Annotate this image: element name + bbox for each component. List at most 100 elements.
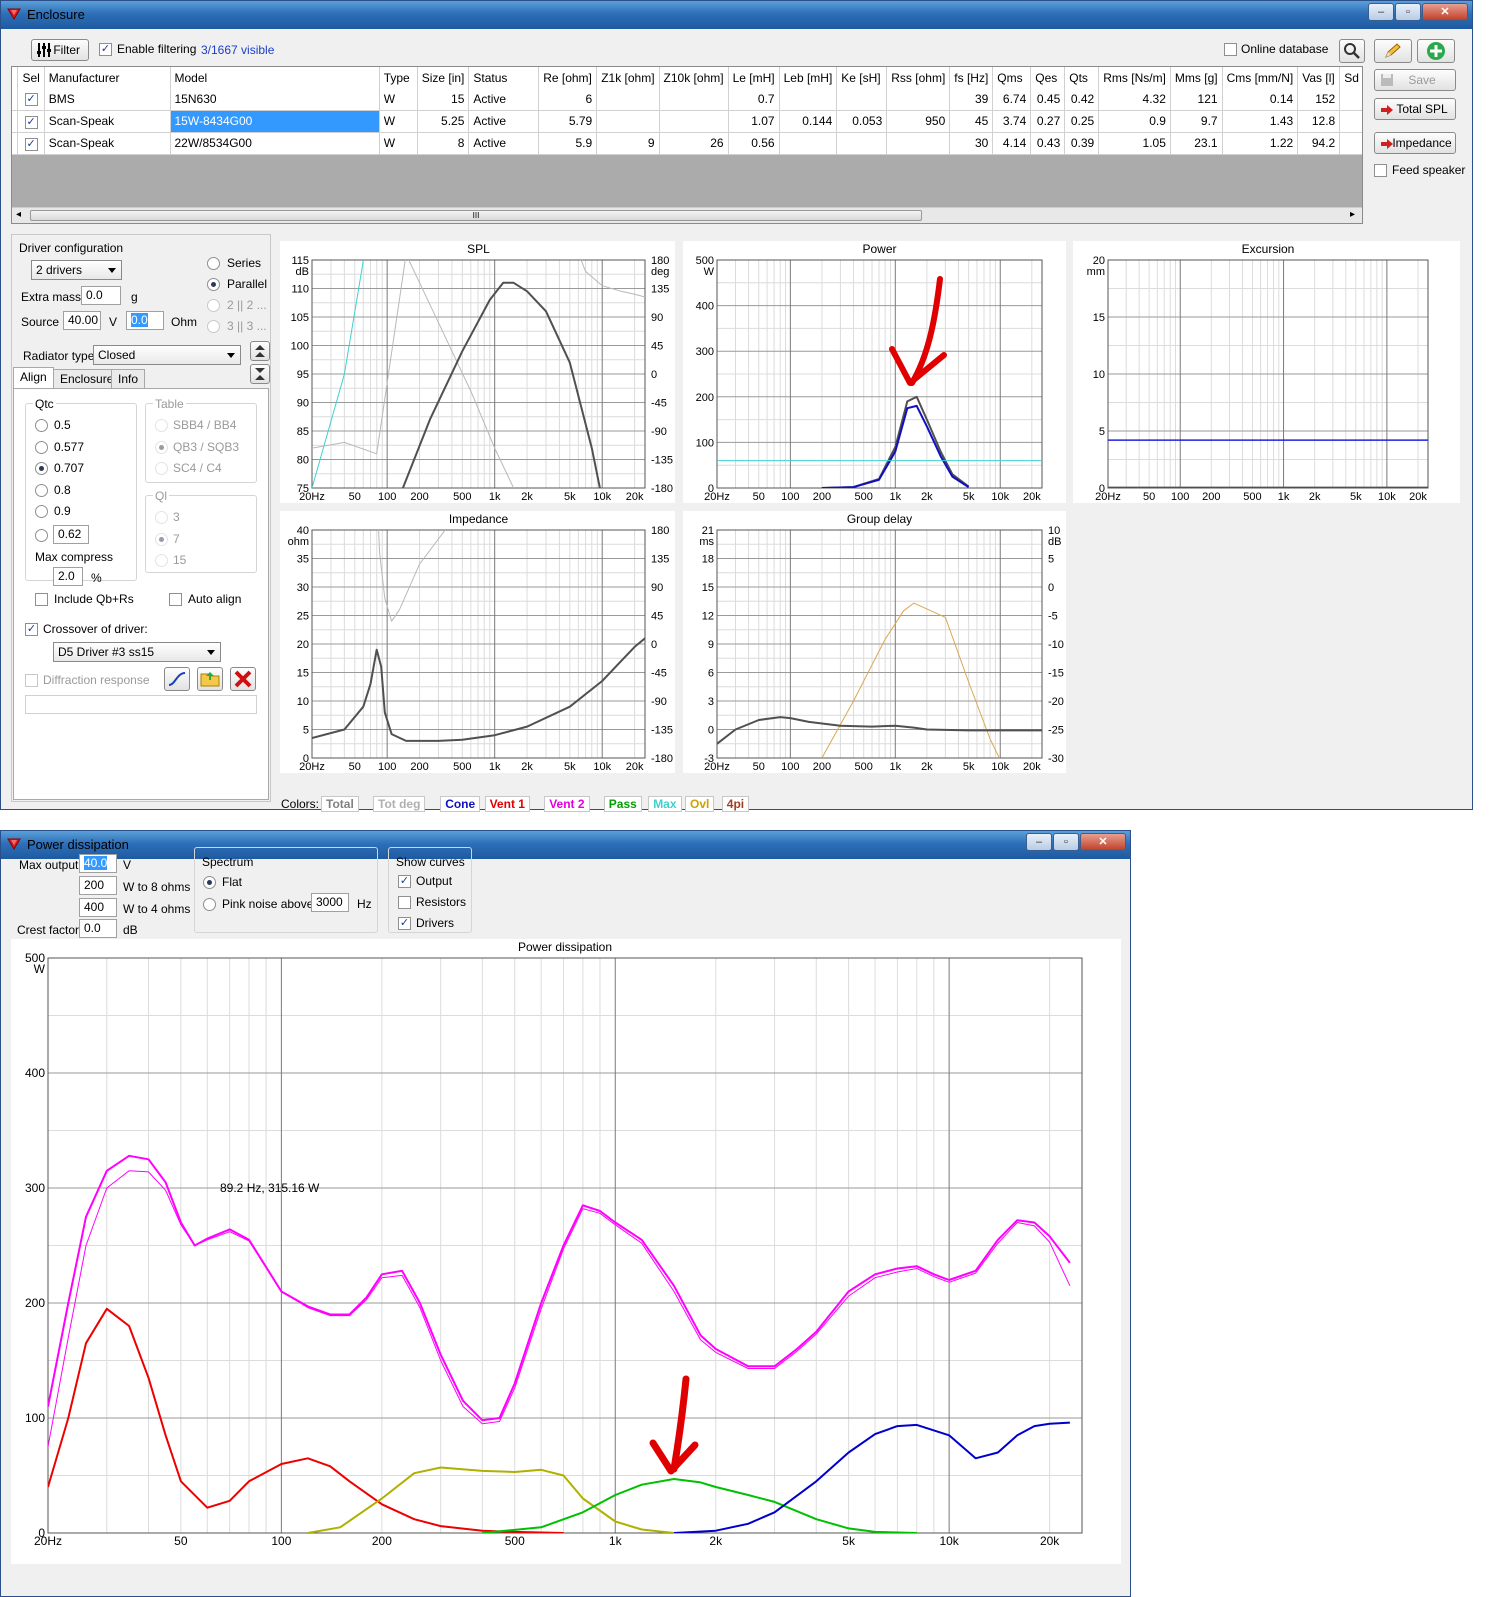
source-impedance-input[interactable]: 0.0 <box>126 311 164 330</box>
table-cell[interactable]: 22W/8534G00 <box>170 132 380 155</box>
row-select-checkbox[interactable]: ✓ <box>24 137 38 151</box>
table-cell[interactable]: 23.1 <box>1170 132 1223 155</box>
ql-radio[interactable] <box>155 511 168 524</box>
table-cell[interactable]: 1.07 <box>728 110 780 133</box>
series-radio[interactable] <box>207 257 220 270</box>
table-cell[interactable]: 6.74 <box>992 88 1032 111</box>
table-cell[interactable]: 0.9 <box>1098 110 1171 133</box>
column-header[interactable]: Type <box>379 67 418 88</box>
color-legend-item[interactable]: Max <box>648 796 682 812</box>
table-cell[interactable] <box>659 110 729 133</box>
table-cell[interactable]: W <box>379 88 418 111</box>
table-cell[interactable]: 0.25 <box>1064 110 1100 133</box>
table-cell[interactable]: Active <box>468 110 540 133</box>
diffraction-file-field[interactable] <box>25 695 257 714</box>
table-cell[interactable]: W <box>379 132 418 155</box>
qtc-custom-radio[interactable] <box>35 529 48 542</box>
drivers-select[interactable]: 2 drivers <box>31 260 122 280</box>
table-cell[interactable]: 0.144 <box>779 110 838 133</box>
table-cell[interactable]: 39 <box>949 88 994 111</box>
scroll-left-arrow-icon[interactable]: ◂ <box>16 209 21 220</box>
table-cell[interactable]: Scan-Speak <box>44 132 171 155</box>
column-header[interactable]: Model <box>170 67 380 88</box>
table-cell[interactable] <box>596 88 660 111</box>
column-header[interactable]: Ke [sH] <box>836 67 888 88</box>
table-cell[interactable]: 15 <box>417 88 470 111</box>
color-legend-item[interactable]: Total <box>321 796 359 812</box>
table-cell[interactable]: 0.42 <box>1064 88 1100 111</box>
column-header[interactable]: Cms [mm/N] <box>1222 67 1299 88</box>
table-cell[interactable]: 0.053 <box>836 110 888 133</box>
table-cell[interactable]: 1.22 <box>1222 132 1299 155</box>
pink-noise-input[interactable]: 3000 <box>311 893 349 912</box>
table-row[interactable]: ✓ BMS 15N630 W 15 Active 6 0.7 39 6.74 0.45 0.42 4.3… <box>12 88 1362 111</box>
power-titlebar[interactable]: Power dissipation ‒ ▫ ✕ <box>1 831 1130 859</box>
table-cell[interactable]: 5.9 <box>538 132 598 155</box>
column-header[interactable]: Mms [g] <box>1170 67 1223 88</box>
column-header[interactable]: Re [ohm] <box>538 67 598 88</box>
max-output-input[interactable]: 40.0 <box>79 854 117 873</box>
scroll-right-arrow-icon[interactable]: ▸ <box>1350 209 1355 220</box>
table-cell[interactable]: 30 <box>949 132 994 155</box>
table-cell[interactable]: 5.79 <box>538 110 598 133</box>
crossover-checkbox[interactable]: ✓ <box>25 623 38 636</box>
pink-noise-radio[interactable] <box>203 898 216 911</box>
max-compress-input[interactable]: 2.0 <box>53 567 83 586</box>
column-header[interactable]: Z1k [ohm] <box>596 67 660 88</box>
table-row[interactable]: ✓ Scan-Speak 15W-8434G00 W 5.25 Active 5.79 1.0… <box>12 110 1362 133</box>
table-cell[interactable]: 0.14 <box>1222 88 1299 111</box>
color-legend-item[interactable]: 4pi <box>721 796 750 812</box>
delete-button[interactable] <box>230 667 256 691</box>
qtc-radio[interactable] <box>35 440 48 454</box>
search-button[interactable] <box>1339 39 1365 63</box>
table-cell[interactable] <box>886 132 951 155</box>
table-cell[interactable]: 9.7 <box>1170 110 1223 133</box>
column-header[interactable]: Size [in] <box>417 67 470 88</box>
add-button[interactable] <box>1417 39 1455 63</box>
enclosure-titlebar[interactable]: Enclosure ‒ ▫ ✕ <box>1 1 1472 29</box>
column-header[interactable]: Vas [l] <box>1297 67 1341 88</box>
table-cell[interactable] <box>1339 132 1362 155</box>
column-header[interactable]: Status <box>468 67 540 88</box>
row-select-checkbox[interactable]: ✓ <box>24 93 38 107</box>
table-radio[interactable] <box>155 419 168 432</box>
column-header[interactable]: Z10k [ohm] <box>659 67 729 88</box>
table-cell[interactable]: 4.32 <box>1098 88 1171 111</box>
w8-input[interactable]: 200 <box>79 876 117 895</box>
table-cell[interactable]: 8 <box>417 132 470 155</box>
select-cell[interactable]: ✓ <box>17 132 45 155</box>
qtc-radio[interactable] <box>35 419 48 432</box>
table-cell[interactable]: W <box>379 110 418 133</box>
resistors-checkbox[interactable] <box>398 896 411 909</box>
radiator-type-select[interactable]: Closed <box>93 345 241 365</box>
table-cell[interactable]: 0.43 <box>1030 132 1066 155</box>
table-cell[interactable] <box>779 88 838 111</box>
source-voltage-input[interactable]: 40.00 <box>63 311 101 330</box>
table-cell[interactable] <box>1339 88 1362 111</box>
column-header[interactable]: Le [mH] <box>728 67 780 88</box>
table-cell[interactable]: 12.8 <box>1297 110 1341 133</box>
config3-radio[interactable] <box>207 299 220 312</box>
scrollbar-thumb[interactable]: III <box>30 210 922 221</box>
table-cell[interactable]: 0.27 <box>1030 110 1066 133</box>
table-cell[interactable]: 0.39 <box>1064 132 1100 155</box>
table-cell[interactable]: 3.74 <box>992 110 1032 133</box>
edit-button[interactable] <box>1374 39 1412 63</box>
output-checkbox[interactable]: ✓ <box>398 875 411 888</box>
tab-align[interactable]: Align <box>13 367 54 389</box>
tab-info[interactable]: Info <box>111 369 146 389</box>
column-header[interactable]: Leb [mH] <box>779 67 838 88</box>
column-header[interactable]: Sel <box>17 67 45 88</box>
total-spl-button[interactable]: Total SPL <box>1374 98 1456 120</box>
color-legend-item[interactable]: Pass <box>603 796 642 812</box>
column-header[interactable]: Rss [ohm] <box>886 67 951 88</box>
column-header[interactable]: Qts <box>1064 67 1100 88</box>
qtc-radio[interactable] <box>35 483 48 497</box>
curve-button[interactable] <box>164 667 190 691</box>
table-cell[interactable]: 1.05 <box>1098 132 1171 155</box>
enable-filtering-checkbox[interactable]: ✓ <box>99 43 112 56</box>
table-radio[interactable] <box>155 440 168 454</box>
column-header[interactable]: Sd <box>1339 67 1362 88</box>
column-header[interactable]: Qes <box>1030 67 1066 88</box>
table-cell[interactable]: 45 <box>949 110 994 133</box>
